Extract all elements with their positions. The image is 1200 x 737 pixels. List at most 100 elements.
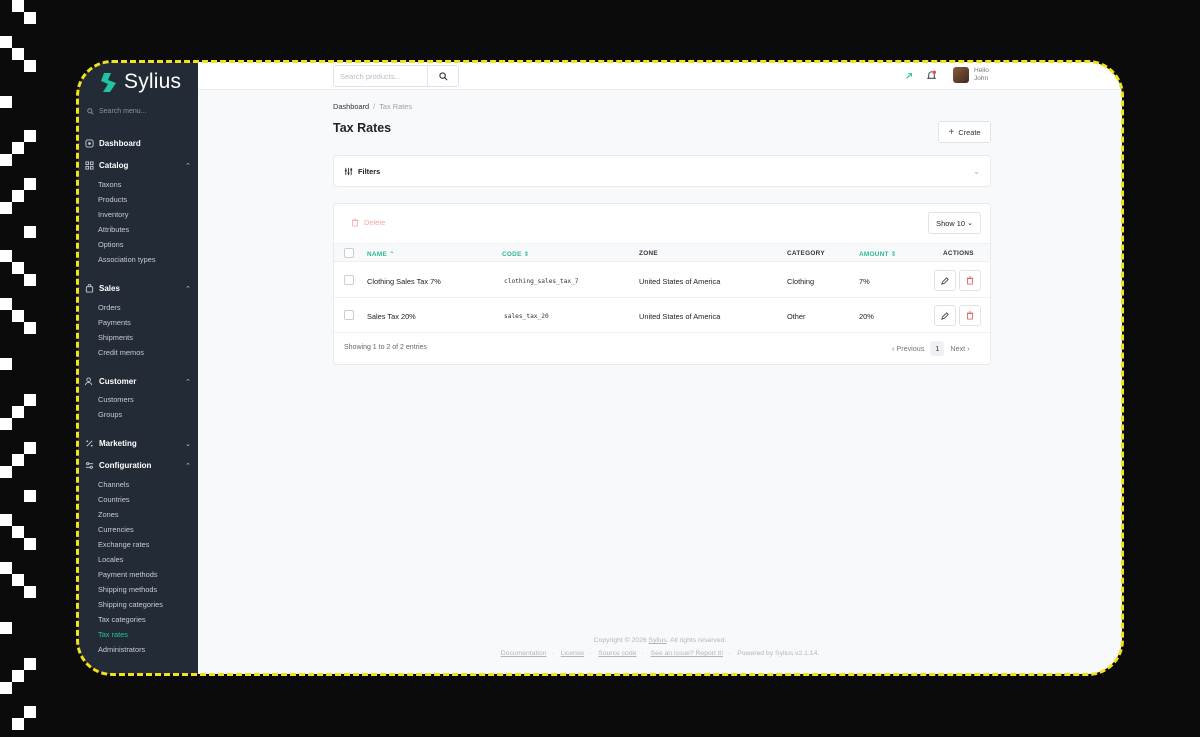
edit-button[interactable] — [934, 270, 956, 291]
breadcrumb-current: Tax Rates — [379, 102, 413, 111]
sort-asc-icon: ⌃ — [389, 251, 395, 258]
chevron-right-icon: › — [967, 344, 970, 353]
row-name: Clothing Sales Tax 7% — [367, 277, 441, 286]
sidebar-section-configuration[interactable]: Configuration ⌃ — [85, 461, 191, 470]
sidebar-section-sales[interactable]: Sales ⌃ — [85, 284, 191, 293]
sidebar-item-attributes[interactable]: Attributes — [98, 225, 129, 234]
pencil-icon — [941, 276, 949, 285]
sidebar-item-dashboard[interactable]: Dashboard — [85, 139, 191, 148]
sidebar-item-payments[interactable]: Payments — [98, 318, 131, 327]
row-amount: 20% — [859, 312, 874, 321]
sidebar-item-currencies[interactable]: Currencies — [98, 525, 134, 534]
table-header: NAME ⌃ CODE ⇕ ZONE CATEGORY AMOUNT ⇕ ACT… — [334, 243, 990, 262]
footer-links: Documentation · License · Source code · See… — [500, 650, 820, 657]
sidebar-item-orders[interactable]: Orders — [98, 303, 121, 312]
external-link-icon[interactable] — [905, 72, 913, 80]
row-checkbox[interactable] — [344, 310, 354, 320]
user-greeting: Hello — [974, 67, 989, 74]
page-title: Tax Rates — [333, 121, 392, 135]
trash-icon — [351, 218, 359, 227]
sidebar-item-payment-methods[interactable]: Payment methods — [98, 570, 158, 579]
sidebar: Sylius Search menu... Dashboard Catalog … — [78, 62, 198, 674]
create-button[interactable]: + Create — [938, 121, 991, 143]
chevron-down-icon: ⌄ — [973, 166, 980, 176]
plus-icon: + — [948, 126, 955, 138]
row-zone: United States of America — [639, 312, 721, 321]
column-header-zone: ZONE — [639, 250, 658, 257]
search-icon — [87, 108, 94, 115]
sidebar-search[interactable]: Search menu... — [87, 108, 146, 115]
row-category: Other — [787, 312, 806, 321]
trash-icon — [966, 276, 974, 285]
table-row: Clothing Sales Tax 7% clothing_sales_tax… — [334, 263, 990, 298]
search-button[interactable] — [427, 66, 458, 86]
sidebar-item-tax-categories[interactable]: Tax categories — [98, 615, 146, 624]
sylius-logo-icon — [101, 73, 116, 92]
column-header-name[interactable]: NAME ⌃ — [367, 250, 395, 258]
delete-row-button[interactable] — [959, 270, 981, 291]
sidebar-section-customer[interactable]: Customer ⌃ — [85, 377, 191, 386]
select-all-checkbox[interactable] — [344, 248, 354, 258]
pagination-next[interactable]: Next › — [950, 344, 969, 353]
footer-link-report-issue[interactable]: See an issue? Report it! — [651, 650, 724, 657]
sidebar-section-marketing[interactable]: Marketing ⌄ — [85, 439, 191, 448]
user-menu[interactable]: Hello John — [974, 67, 989, 83]
sidebar-item-countries[interactable]: Countries — [98, 495, 130, 504]
sliders-icon — [344, 167, 353, 175]
sidebar-section-catalog[interactable]: Catalog ⌃ — [85, 161, 191, 170]
sidebar-item-inventory[interactable]: Inventory — [98, 210, 128, 219]
sidebar-item-zones[interactable]: Zones — [98, 510, 119, 519]
sidebar-item-options[interactable]: Options — [98, 240, 123, 249]
delete-row-button[interactable] — [959, 305, 981, 326]
breadcrumb-dashboard[interactable]: Dashboard — [333, 102, 369, 111]
pagination-previous[interactable]: ‹ Previous — [892, 344, 924, 353]
sidebar-item-channels[interactable]: Channels — [98, 480, 129, 489]
pencil-icon — [941, 311, 949, 320]
logo[interactable]: Sylius — [100, 70, 181, 94]
edit-button[interactable] — [934, 305, 956, 326]
pagination-page[interactable]: 1 — [930, 341, 945, 356]
footer-link-documentation[interactable]: Documentation — [501, 650, 547, 657]
sidebar-search-placeholder: Search menu... — [99, 108, 147, 115]
sidebar-item-groups[interactable]: Groups — [98, 410, 122, 419]
sidebar-item-taxons[interactable]: Taxons — [98, 180, 121, 189]
sidebar-item-shipping-categories[interactable]: Shipping categories — [98, 600, 163, 609]
sidebar-item-customers[interactable]: Customers — [98, 395, 134, 404]
footer-link-license[interactable]: License — [561, 650, 584, 657]
avatar[interactable] — [953, 67, 969, 83]
sidebar-item-locales[interactable]: Locales — [98, 555, 123, 564]
column-header-code[interactable]: CODE ⇕ — [502, 250, 529, 258]
product-search-input[interactable] — [334, 66, 427, 86]
topbar: Hello John — [198, 62, 1122, 90]
chevron-down-icon: ⌄ — [185, 440, 191, 448]
sidebar-label-catalog: Catalog — [99, 161, 129, 170]
breadcrumb-separator: / — [373, 102, 376, 111]
trash-icon — [966, 311, 974, 320]
footer-link-source-code[interactable]: Source code — [598, 650, 636, 657]
column-header-actions: ACTIONS — [943, 250, 974, 257]
sidebar-item-association-types[interactable]: Association types — [98, 255, 156, 264]
breadcrumb: Dashboard / Tax Rates — [333, 102, 991, 111]
footer-link-sylius[interactable]: Sylius — [649, 637, 667, 644]
sidebar-item-shipments[interactable]: Shipments — [98, 333, 133, 342]
bell-icon[interactable] — [926, 70, 937, 81]
shopping-bag-icon — [85, 284, 94, 293]
show-per-page-select[interactable]: Show 10 ⌄ — [928, 212, 981, 234]
row-code: clothing_sales_tax_7 — [504, 278, 579, 285]
grid-icon — [85, 161, 94, 170]
sidebar-item-shipping-methods[interactable]: Shipping methods — [98, 585, 157, 594]
sidebar-item-exchange-rates[interactable]: Exchange rates — [98, 540, 149, 549]
user-name: John — [974, 75, 989, 82]
column-header-amount[interactable]: AMOUNT ⇕ — [859, 250, 897, 258]
delete-button[interactable]: Delete — [351, 218, 385, 227]
sidebar-item-products[interactable]: Products — [98, 195, 127, 204]
row-amount: 7% — [859, 277, 870, 286]
sidebar-label-sales: Sales — [99, 284, 120, 293]
search-icon — [438, 71, 447, 80]
product-search — [333, 65, 459, 87]
delete-button-label: Delete — [364, 218, 386, 227]
row-checkbox[interactable] — [344, 275, 354, 285]
sidebar-item-credit-memos[interactable]: Credit memos — [98, 348, 144, 357]
chevron-up-icon: ⌃ — [185, 285, 191, 293]
filters-panel[interactable]: Filters ⌄ — [333, 155, 991, 187]
